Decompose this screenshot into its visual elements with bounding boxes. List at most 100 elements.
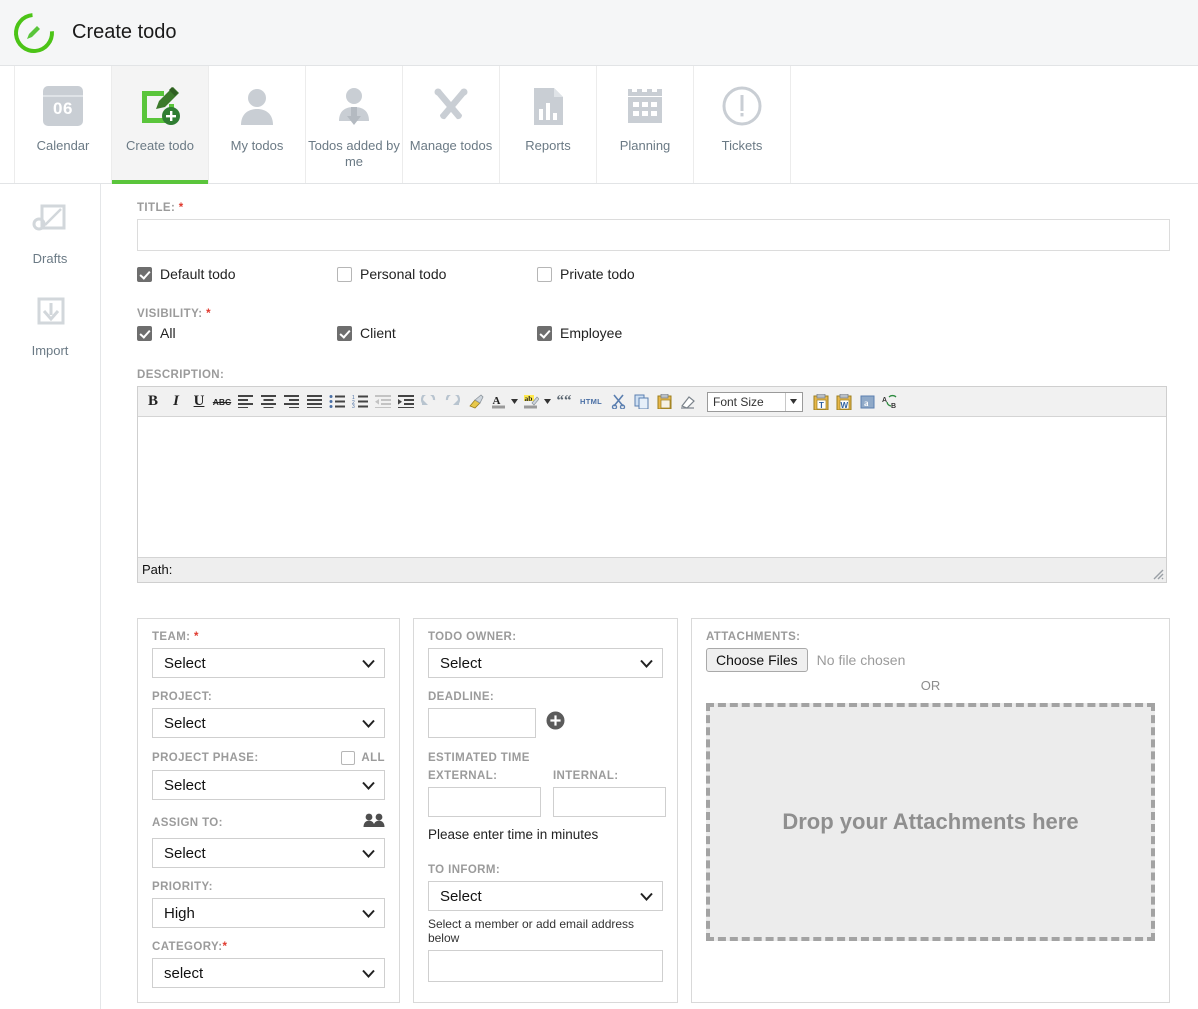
editor-path-label: Path: (142, 562, 173, 577)
cut-scissors-icon[interactable] (607, 390, 629, 414)
team-select[interactable]: Select (152, 648, 385, 678)
paste-as-text-icon[interactable]: T (810, 390, 832, 414)
find-replace-icon[interactable]: AB (879, 390, 903, 414)
sidebar-item-label: Import (31, 343, 69, 358)
tab-label: Planning (619, 138, 671, 153)
undo-icon[interactable] (418, 390, 440, 414)
tab-planning[interactable]: Planning (596, 66, 694, 183)
tab-label: Calendar (36, 138, 90, 153)
checkbox-label: All (160, 325, 176, 341)
chevron-down-icon (362, 781, 375, 790)
checkbox-visibility-employee[interactable]: Employee (537, 325, 737, 341)
bullet-list-icon[interactable] (326, 390, 348, 414)
checkbox-default-todo[interactable]: Default todo (137, 266, 337, 282)
editor-toolbar: B I U ABC 1 2 3 A ab ““ HTML Font Size T… (138, 387, 1166, 417)
align-center-icon[interactable] (257, 390, 279, 414)
priority-select-value: High (164, 904, 195, 922)
project-phase-select[interactable]: Select (152, 770, 385, 800)
checkbox-private-todo[interactable]: Private todo (537, 266, 737, 282)
underline-icon[interactable]: U (188, 390, 210, 414)
tab-label: Tickets (721, 138, 763, 153)
assign-to-select[interactable]: Select (152, 838, 385, 868)
checkbox-box[interactable] (337, 266, 352, 282)
strikethrough-abc-icon[interactable]: ABC (211, 390, 233, 414)
checkbox-personal-todo[interactable]: Personal todo (337, 266, 537, 282)
title-input[interactable] (137, 219, 1170, 251)
checkbox-box[interactable] (137, 266, 152, 282)
external-time-input[interactable] (427, 787, 541, 817)
text-color-dropdown-arrow-icon[interactable] (510, 390, 519, 414)
project-select[interactable]: Select (152, 708, 385, 738)
text-color-icon[interactable]: A (487, 390, 509, 414)
spell-check-icon[interactable]: a (856, 390, 878, 414)
priority-select[interactable]: High (152, 898, 385, 928)
tools-wrench-screwdriver-icon (429, 80, 473, 132)
eraser-icon[interactable] (676, 390, 698, 414)
highlight-color-icon[interactable]: ab (520, 390, 542, 414)
attachments-dropzone[interactable]: Drop your Attachments here (705, 703, 1155, 941)
checkbox-box[interactable] (537, 325, 552, 341)
editor-content-area[interactable] (138, 417, 1166, 557)
checkbox-project-phase-all[interactable]: ALL (341, 751, 385, 765)
indent-icon[interactable] (395, 390, 417, 414)
deadline-input[interactable] (427, 708, 536, 738)
panel-team-details: TEAM: * Select PROJECT: Select PROJECT P… (137, 618, 400, 1003)
tab-label: Manage todos (409, 138, 493, 153)
priority-label: PRIORITY: (152, 881, 213, 893)
main-tab-bar: 06 Calendar Create todo My todos Todos a… (0, 66, 1198, 184)
resize-grip-icon[interactable] (1150, 566, 1164, 580)
format-painter-broom-icon[interactable] (464, 390, 486, 414)
checkbox-visibility-client[interactable]: Client (337, 325, 537, 341)
choose-files-button[interactable]: Choose Files (705, 648, 808, 672)
checkbox-visibility-all[interactable]: All (137, 325, 337, 341)
to-inform-select[interactable]: Select (427, 881, 663, 911)
outdent-icon[interactable] (372, 390, 394, 414)
sidebar-item-drafts[interactable]: Drafts (0, 202, 100, 266)
chevron-down-icon (362, 659, 375, 668)
tab-todos-added-by-me[interactable]: Todos added by me (305, 66, 403, 183)
checkbox-box[interactable] (337, 325, 352, 341)
tab-calendar[interactable]: 06 Calendar (14, 66, 112, 183)
category-select-value: select (164, 964, 204, 982)
category-select[interactable]: select (152, 958, 385, 988)
assign-to-header: ASSIGN TO: (152, 813, 385, 833)
tab-tickets[interactable]: Tickets (693, 66, 791, 183)
paste-icon[interactable] (653, 390, 675, 414)
internal-time-input[interactable] (552, 787, 666, 817)
blockquote-icon[interactable]: ““ (553, 390, 575, 414)
deadline-label: DEADLINE: (427, 691, 495, 703)
drafts-icon (30, 202, 70, 245)
numbered-list-icon[interactable]: 123 (349, 390, 371, 414)
checkbox-box[interactable] (137, 325, 152, 341)
tab-my-todos[interactable]: My todos (208, 66, 306, 183)
todo-owner-select[interactable]: Select (427, 648, 663, 678)
paste-from-word-icon[interactable]: W (833, 390, 855, 414)
align-right-icon[interactable] (280, 390, 302, 414)
italic-icon[interactable]: I (165, 390, 187, 414)
external-time-group: EXTERNAL: (427, 770, 541, 817)
highlight-color-dropdown-arrow-icon[interactable] (543, 390, 552, 414)
estimated-time-row: EXTERNAL: INTERNAL: (427, 770, 666, 817)
redo-icon[interactable] (441, 390, 463, 414)
sidebar-item-import[interactable]: Import (0, 294, 100, 358)
html-source-icon[interactable]: HTML (576, 390, 606, 414)
tab-create-todo[interactable]: Create todo (111, 66, 209, 184)
tab-reports[interactable]: Reports (499, 66, 597, 183)
copy-icon[interactable] (630, 390, 652, 414)
font-size-select[interactable]: Font Size (707, 391, 803, 412)
svg-text:W: W (841, 401, 849, 410)
bold-icon[interactable]: B (142, 390, 164, 414)
description-label: DESCRIPTION: (137, 369, 225, 381)
checkbox-box[interactable] (537, 266, 552, 282)
project-phase-header: PROJECT PHASE: ALL (152, 751, 385, 765)
align-left-icon[interactable] (234, 390, 256, 414)
tab-manage-todos[interactable]: Manage todos (402, 66, 500, 183)
checkbox-box[interactable] (341, 751, 356, 765)
todo-owner-select-value: Select (439, 654, 482, 672)
email-address-input[interactable] (427, 950, 663, 982)
todo-type-checkbox-row: Default todo Personal todo Private todo (137, 266, 1170, 282)
group-people-icon[interactable] (363, 813, 385, 833)
plus-circle-icon[interactable] (546, 711, 565, 735)
align-justify-icon[interactable] (303, 390, 325, 414)
estimated-time-label: ESTIMATED TIME (427, 752, 530, 764)
